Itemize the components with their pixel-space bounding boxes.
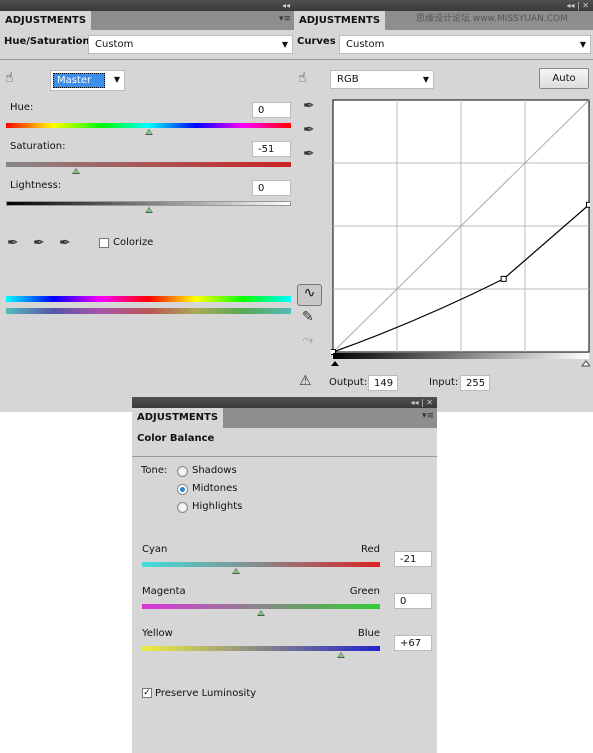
lightness-label: Lightness:: [10, 180, 62, 191]
channel-select[interactable]: RGB ▼: [330, 70, 434, 89]
hue-label: Hue:: [10, 102, 34, 113]
slider-right-label: Green: [349, 586, 380, 597]
panel-title: Hue/Saturation: [4, 36, 90, 47]
eyedropper-gray-icon[interactable]: ✒: [303, 122, 315, 138]
color-balance-slider[interactable]: [142, 646, 380, 651]
curve-control-point[interactable]: [586, 201, 591, 208]
preserve-luminosity-label: Preserve Luminosity: [155, 688, 257, 699]
chevron-down-icon: ▼: [281, 40, 288, 49]
tab-adjustments[interactable]: ADJUSTMENTS: [0, 11, 92, 30]
auto-button[interactable]: Auto: [539, 68, 589, 89]
tab-adjustments[interactable]: ADJUSTMENTS: [132, 408, 224, 428]
tone-label-midtones: Midtones: [192, 483, 238, 494]
collapse-icon[interactable]: ◂◂ | ✕: [294, 0, 593, 11]
slider-value-input[interactable]: +67: [394, 635, 432, 651]
eyedropper-plus-icon[interactable]: ✒: [33, 235, 45, 251]
hue-saturation-panel: ◂◂ ADJUSTMENTS ▾≡ Hue/Saturation Custom ▼ …: [0, 0, 294, 412]
tone-label-highlights: Highlights: [192, 501, 243, 512]
curve-control-point[interactable]: [500, 275, 507, 282]
preset-value: Custom: [95, 39, 134, 50]
slider-left-label: Yellow: [142, 628, 173, 639]
lightness-input[interactable]: 0: [252, 180, 291, 196]
slider-value-input[interactable]: -21: [394, 551, 432, 567]
eyedropper-white-icon[interactable]: ✒: [303, 146, 315, 162]
tone-label: Tone:: [141, 465, 168, 476]
tab-adjustments[interactable]: ADJUSTMENTS: [294, 11, 386, 30]
slider-thumb[interactable]: [257, 610, 265, 616]
curves-graph[interactable]: [331, 99, 590, 367]
slider-value-input[interactable]: 0: [394, 593, 432, 609]
channel-select[interactable]: Master ▼: [50, 70, 125, 91]
preset-select[interactable]: Custom ▼: [88, 35, 293, 54]
tone-radio-highlights[interactable]: [177, 502, 188, 513]
saturation-input[interactable]: -51: [252, 141, 291, 157]
smooth-curve-icon[interactable]: ⤳: [302, 332, 313, 348]
hue-input[interactable]: 0: [252, 102, 291, 118]
collapse-icon[interactable]: ◂◂ | ✕: [132, 397, 437, 408]
chevron-down-icon: ▼: [422, 75, 429, 84]
eyedropper-icon[interactable]: ✒: [7, 235, 19, 251]
tone-radio-shadows[interactable]: [177, 466, 188, 477]
black-point-slider[interactable]: [331, 361, 339, 366]
input-gradient-bar: [333, 353, 589, 359]
eyedropper-minus-icon[interactable]: ✒: [59, 235, 71, 251]
slider-right-label: Red: [361, 544, 380, 555]
input-label: Input:: [429, 377, 459, 388]
color-balance-slider[interactable]: [142, 562, 380, 567]
lightness-slider-thumb[interactable]: [144, 207, 153, 213]
tone-label-shadows: Shadows: [192, 465, 237, 476]
chevron-down-icon: ▼: [113, 75, 120, 84]
channel-value: RGB: [337, 74, 359, 85]
output-input[interactable]: 149: [368, 375, 398, 391]
tone-radio-midtones[interactable]: [177, 484, 188, 495]
saturation-slider-thumb[interactable]: [71, 168, 80, 174]
curves-panel: ◂◂ | ✕ ADJUSTMENTS 思缘设计论坛 www.MISSYUAN.C…: [294, 0, 593, 412]
pencil-icon[interactable]: ✎: [302, 309, 314, 325]
channel-value: Master: [53, 73, 105, 88]
preset-value: Custom: [346, 39, 385, 50]
hue-slider-thumb[interactable]: [144, 129, 153, 135]
slider-thumb[interactable]: [232, 568, 240, 574]
preset-select[interactable]: Custom ▼: [339, 35, 591, 54]
panel-menu-icon[interactable]: ▾≡: [279, 14, 291, 24]
output-label: Output:: [329, 377, 368, 388]
color-balance-panel: ◂◂ | ✕ ADJUSTMENTS ▾≡ Color Balance Tone:…: [132, 397, 437, 753]
input-input[interactable]: 255: [460, 375, 490, 391]
color-balance-slider[interactable]: [142, 604, 380, 609]
preserve-luminosity-checkbox[interactable]: ✓: [142, 688, 152, 698]
collapse-icon[interactable]: ◂◂: [0, 0, 294, 11]
clipping-warning-icon[interactable]: ⚠: [299, 373, 312, 389]
slider-left-label: Magenta: [142, 586, 186, 597]
watermark: 思缘设计论坛 www.MISSYUAN.COM: [416, 14, 568, 24]
slider-left-label: Cyan: [142, 544, 168, 555]
panel-title: Color Balance: [137, 433, 215, 444]
output-color-bar: [6, 308, 291, 314]
targeted-adjustment-hand-icon[interactable]: ☝: [5, 70, 14, 86]
saturation-slider[interactable]: [6, 162, 291, 167]
slider-right-label: Blue: [357, 628, 380, 639]
panel-title: Curves: [297, 36, 336, 47]
chevron-down-icon: ▼: [579, 40, 586, 49]
lightness-slider[interactable]: [6, 201, 291, 206]
white-point-slider[interactable]: [580, 360, 590, 367]
saturation-label: Saturation:: [10, 141, 66, 152]
targeted-adjustment-hand-icon[interactable]: ☝: [298, 70, 307, 86]
input-color-bar: [6, 296, 291, 302]
eyedropper-black-icon[interactable]: ✒: [303, 98, 315, 114]
curve-point-tool-icon[interactable]: ∿: [297, 284, 322, 306]
colorize-label: Colorize: [113, 237, 154, 248]
colorize-checkbox[interactable]: [99, 238, 109, 248]
panel-menu-icon[interactable]: ▾≡: [422, 411, 434, 421]
hue-slider[interactable]: [6, 123, 291, 128]
slider-thumb[interactable]: [336, 652, 345, 658]
